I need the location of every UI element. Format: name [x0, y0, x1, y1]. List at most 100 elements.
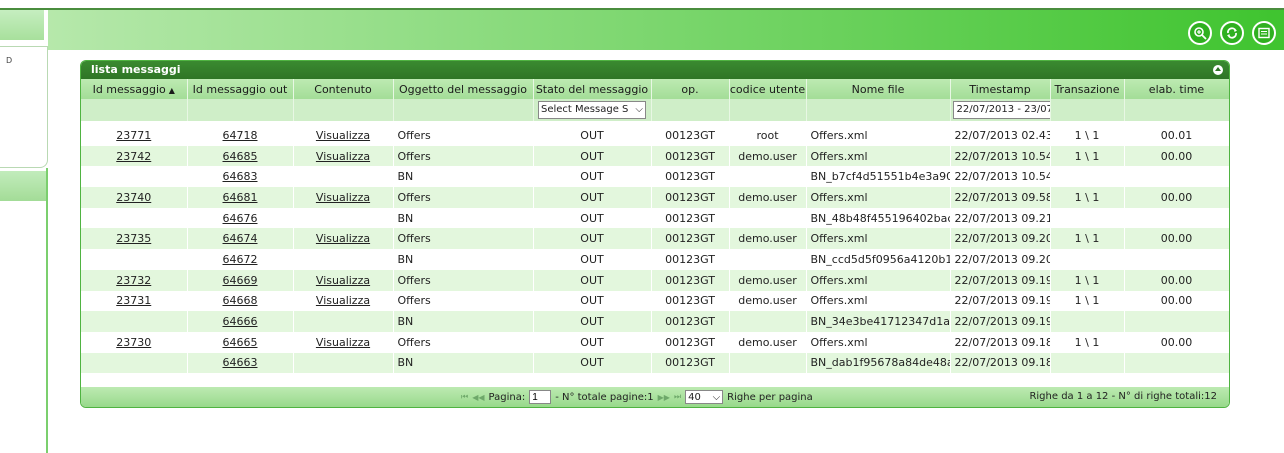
table-cell: Visualizza [293, 145, 393, 167]
table-row[interactable]: 64666 BN OUT 00123GT BN_34e3be41712347d1af7 2… [81, 311, 1229, 332]
visualizza-link[interactable]: Visualizza [316, 129, 370, 142]
message-out-link[interactable]: 64665 [223, 336, 258, 349]
status-cell: OUT [580, 149, 604, 163]
next-page-icon[interactable]: ▶▶ [658, 393, 670, 402]
message-id-link[interactable]: 23731 [116, 294, 151, 307]
column-header[interactable]: op. [651, 79, 730, 99]
status-cell: OUT [580, 273, 604, 287]
elab-time-cell: 00.00 [1160, 232, 1193, 246]
refresh-icon [1227, 27, 1237, 39]
column-header[interactable]: Nome file [806, 79, 951, 99]
left-menu-label[interactable]: D [6, 56, 12, 65]
message-out-link[interactable]: 64674 [223, 232, 258, 245]
visualizza-link[interactable]: Visualizza [316, 274, 370, 287]
column-header[interactable]: codice utente [729, 79, 807, 99]
transaction-cell: 1 \ 1 [1074, 273, 1100, 287]
table-row[interactable]: 64663 BN OUT 00123GT BN_dab1f95678a84de48a3 2… [81, 352, 1229, 374]
refresh-button[interactable] [1220, 21, 1244, 45]
table-row[interactable]: 23731 64668 Visualizza Offers OUT 00123GT demo… [81, 290, 1229, 312]
message-id-link[interactable]: 23742 [116, 150, 151, 163]
collapse-icon[interactable] [1213, 65, 1223, 75]
table-cell: 00123GT [651, 352, 729, 374]
table-cell: 00123GT [651, 207, 729, 229]
stato-filter-select[interactable]: Select Message S ⌵ [538, 101, 646, 119]
table-cell: Offers [393, 228, 533, 250]
table-cell: Offers [393, 269, 533, 291]
filter-cell [293, 99, 394, 121]
filename-cell: BN_34e3be41712347d1af7 [810, 315, 950, 329]
column-header[interactable]: Oggetto del messaggio [393, 79, 534, 99]
column-header[interactable]: Stato del messaggio [533, 79, 652, 99]
message-id-link[interactable]: 23771 [116, 129, 151, 142]
sort-icon[interactable]: ▲ [169, 86, 175, 95]
table-cell: 00.00 [1124, 145, 1229, 167]
table-row[interactable]: 64672 BN OUT 00123GT BN_ccd5d5f0956a4120b11 2… [81, 249, 1229, 270]
message-out-link[interactable]: 64672 [223, 253, 258, 266]
filename-cell: Offers.xml [810, 149, 868, 163]
column-header[interactable]: Id messaggio ▲ [81, 79, 188, 99]
app-window: D lista messaggi Id messaggio ▲ Id messa… [0, 0, 1284, 453]
message-out-link[interactable]: 64666 [223, 315, 258, 328]
first-page-icon[interactable]: ⏮ [461, 392, 468, 402]
visualizza-link[interactable]: Visualizza [316, 336, 370, 349]
column-header[interactable]: elab. time [1124, 79, 1229, 99]
table-cell: 00123GT [651, 228, 729, 250]
message-out-link[interactable]: 64676 [223, 212, 258, 225]
visualizza-link[interactable]: Visualizza [316, 232, 370, 245]
table-row[interactable]: 23740 64681 Visualizza Offers OUT 00123GT demo… [81, 187, 1229, 208]
rows-per-page-select[interactable]: 40 ⌵ [685, 390, 724, 404]
table-cell: 23731 [81, 290, 187, 312]
message-id-link[interactable]: 23740 [116, 191, 151, 204]
table-cell: 64718 [187, 125, 293, 146]
message-out-link[interactable]: 64668 [223, 294, 258, 307]
table-cell: 00123GT [651, 311, 729, 332]
export-button[interactable] [1252, 21, 1276, 45]
table-row[interactable]: 23771 64718 Visualizza Offers OUT 00123GT root… [81, 125, 1229, 146]
message-id-link[interactable]: 23735 [116, 232, 151, 245]
column-header[interactable]: Transazione [1050, 79, 1125, 99]
table-row[interactable]: 64683 BN OUT 00123GT BN_b7cf4d51551b4e3a90b 2… [81, 166, 1229, 188]
filter-cell [81, 99, 188, 121]
elab-time-cell: 00.00 [1160, 294, 1193, 308]
last-page-icon[interactable]: ⏭ [674, 392, 681, 402]
table-row[interactable]: 23730 64665 Visualizza Offers OUT 00123GT demo… [81, 331, 1229, 353]
table-row[interactable]: 23732 64669 Visualizza Offers OUT 00123GT demo… [81, 269, 1229, 291]
table-cell: Offers.xml [806, 331, 950, 353]
message-out-link[interactable]: 64669 [223, 274, 258, 287]
table-cell: 22/07/2013 09.58.48 [950, 187, 1050, 208]
column-header[interactable]: Timestamp [950, 79, 1051, 99]
table-row[interactable]: 23742 64685 Visualizza Offers OUT 00123GT demo… [81, 145, 1229, 167]
timestamp-cell: 22/07/2013 10.54.29 [954, 149, 1050, 163]
message-out-link[interactable]: 64663 [223, 356, 258, 369]
column-header[interactable]: Contenuto [293, 79, 394, 99]
column-header[interactable]: Id messaggio out [187, 79, 294, 99]
table-cell: 1 \ 1 [1050, 269, 1124, 291]
message-out-link[interactable]: 64683 [223, 170, 258, 183]
message-out-link[interactable]: 64685 [223, 150, 258, 163]
page-input[interactable] [529, 390, 552, 404]
zoom-button[interactable] [1188, 21, 1212, 45]
table-cell [293, 207, 393, 229]
timestamp-cell: 22/07/2013 09.18.44 [954, 335, 1050, 349]
table-cell: 00123GT [651, 249, 729, 270]
left-menu-header[interactable] [0, 10, 44, 40]
visualizza-link[interactable]: Visualizza [316, 191, 370, 204]
left-menu-item[interactable] [0, 171, 46, 201]
table-cell [1124, 311, 1229, 332]
message-id-link[interactable]: 23732 [116, 274, 151, 287]
timestamp-filter-input[interactable]: 22/07/2013 - 23/07 [952, 101, 1049, 119]
rows-summary: Righe da 1 a 12 - N° di righe totali:12 [1029, 391, 1217, 402]
visualizza-link[interactable]: Visualizza [316, 294, 370, 307]
table-cell: BN_ccd5d5f0956a4120b11 [806, 249, 950, 270]
table-cell [1124, 352, 1229, 374]
subject-cell: Offers [397, 149, 431, 163]
status-cell: OUT [580, 211, 604, 225]
table-row[interactable]: 23735 64674 Visualizza Offers OUT 00123GT demo… [81, 228, 1229, 250]
message-id-link[interactable]: 23730 [116, 336, 151, 349]
prev-page-icon[interactable]: ◀◀ [472, 393, 484, 402]
visualizza-link[interactable]: Visualizza [316, 150, 370, 163]
table-cell: 1 \ 1 [1050, 290, 1124, 312]
message-out-link[interactable]: 64681 [223, 191, 258, 204]
table-row[interactable]: 64676 BN OUT 00123GT BN_48b48f455196402bacb 2… [81, 207, 1229, 229]
message-out-link[interactable]: 64718 [223, 129, 258, 142]
